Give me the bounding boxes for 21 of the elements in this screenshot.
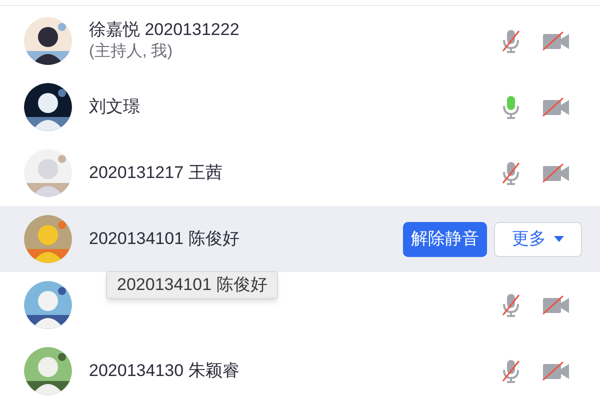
participant-name: 徐嘉悦 2020131222	[89, 19, 240, 41]
camera-off-icon[interactable]	[542, 97, 570, 117]
camera-off-icon[interactable]	[542, 361, 570, 381]
selected-row[interactable]: 2020134101 陈俊好 解除静音 更多	[0, 206, 600, 272]
unmute-button[interactable]: 解除静音	[403, 222, 487, 256]
muted-microphone-icon[interactable]	[502, 293, 520, 317]
microphone-icon[interactable]	[502, 95, 520, 119]
camera-off-icon[interactable]	[542, 163, 570, 183]
more-button[interactable]: 更多	[494, 222, 582, 256]
caret-icon	[554, 236, 564, 242]
muted-microphone-icon[interactable]	[502, 359, 520, 383]
participant-name: 2020134101 陈俊好	[89, 228, 240, 250]
muted-microphone-icon[interactable]	[502, 29, 520, 53]
camera-off-icon[interactable]	[542, 295, 570, 315]
tooltip: 2020134101 陈俊好	[106, 271, 278, 299]
participant-role: (主持人, 我)	[89, 42, 174, 62]
participant-name: 刘文璟	[89, 96, 141, 118]
participant-name: 2020134130 朱颖睿	[89, 360, 240, 382]
camera-off-icon[interactable]	[542, 31, 570, 51]
participant-name: 2020131217 王茜	[89, 162, 224, 184]
muted-microphone-icon[interactable]	[502, 161, 520, 185]
